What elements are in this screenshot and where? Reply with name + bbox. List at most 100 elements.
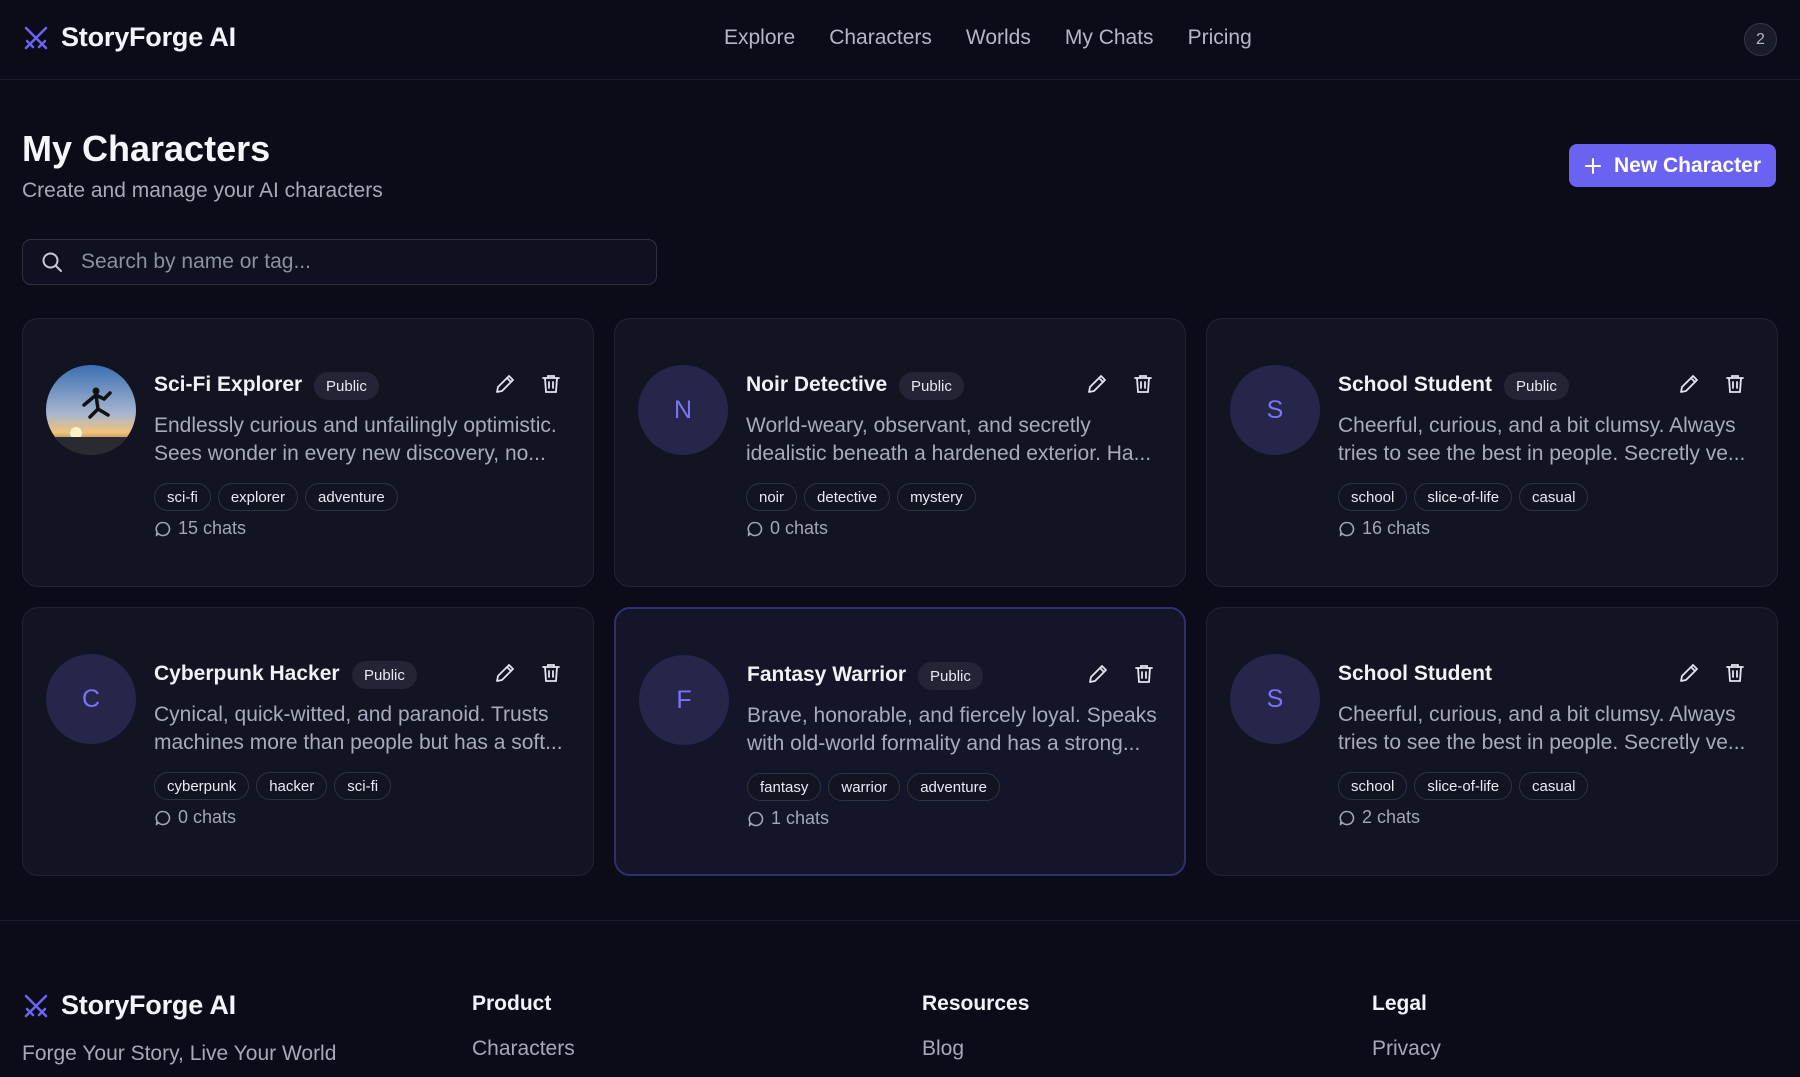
character-card-selected[interactable]: F Fantasy Warrior Public Brave, honorabl… xyxy=(614,607,1186,876)
edit-icon[interactable] xyxy=(494,373,516,395)
edit-icon[interactable] xyxy=(1678,373,1700,395)
user-avatar[interactable]: 2 xyxy=(1744,23,1777,56)
visibility-badge: Public xyxy=(899,372,964,400)
new-character-label: New Character xyxy=(1613,153,1762,177)
character-avatar: S xyxy=(1230,654,1320,744)
character-name: School Student xyxy=(1338,662,1492,685)
search-input[interactable] xyxy=(81,250,656,274)
page-title: My Characters xyxy=(22,128,271,169)
tag[interactable]: adventure xyxy=(305,483,398,511)
tag-list: school slice-of-life casual xyxy=(1338,772,1589,800)
character-name: School Student xyxy=(1338,373,1492,396)
character-card[interactable]: C Cyberpunk Hacker Public Cynical, quick… xyxy=(22,607,594,876)
character-description: Brave, honorable, and fiercely loyal. Sp… xyxy=(747,702,1162,758)
tag[interactable]: sci-fi xyxy=(334,772,392,800)
tag[interactable]: warrior xyxy=(828,773,901,801)
tag[interactable]: slice-of-life xyxy=(1414,772,1513,800)
explorer-photo-icon xyxy=(46,365,136,455)
edit-icon[interactable] xyxy=(1678,662,1700,684)
chat-count: 0 chats xyxy=(154,807,236,828)
character-card[interactable]: S School Student Cheerful, curious, and … xyxy=(1206,607,1778,876)
tag[interactable]: mystery xyxy=(897,483,976,511)
description-line: Endlessly curious and unfailingly optimi… xyxy=(154,414,557,437)
visibility-badge: Public xyxy=(1504,372,1569,400)
character-card[interactable]: S School Student Public Cheerful, curiou… xyxy=(1206,318,1778,587)
description-line: tries to see the best in people. Secretl… xyxy=(1338,442,1746,465)
chat-bubble-icon xyxy=(155,521,171,536)
tag-list: fantasy warrior adventure xyxy=(747,773,1000,801)
footer-link-characters[interactable]: Characters xyxy=(472,1037,575,1061)
footer-brand[interactable]: StoryForge AI xyxy=(22,990,236,1021)
description-line: World-weary, observant, and secretly xyxy=(746,414,1091,437)
character-description: World-weary, observant, and secretly ide… xyxy=(746,412,1161,468)
footer-brand-name: StoryForge AI xyxy=(61,990,236,1020)
description-line: Brave, honorable, and fiercely loyal. Sp… xyxy=(747,704,1157,727)
tag[interactable]: hacker xyxy=(256,772,328,800)
character-description: Cheerful, curious, and a bit clumsy. Alw… xyxy=(1338,412,1753,468)
page-subtitle: Create and manage your AI characters xyxy=(22,179,383,202)
trash-icon[interactable] xyxy=(1724,662,1746,684)
visibility-badge: Public xyxy=(918,662,983,690)
tag[interactable]: school xyxy=(1338,483,1408,511)
brand-logo[interactable]: StoryForge AI xyxy=(22,22,236,53)
tag[interactable]: explorer xyxy=(217,483,299,511)
tag[interactable]: fantasy xyxy=(747,773,822,801)
character-card[interactable]: N Noir Detective Public World-weary, obs… xyxy=(614,318,1186,587)
chat-count: 2 chats xyxy=(1338,807,1420,828)
edit-icon[interactable] xyxy=(1087,663,1109,685)
tag[interactable]: sci-fi xyxy=(154,483,211,511)
trash-icon[interactable] xyxy=(540,662,562,684)
character-description: Endlessly curious and unfailingly optimi… xyxy=(154,412,569,468)
footer-link-privacy[interactable]: Privacy xyxy=(1372,1037,1441,1061)
character-card[interactable]: Sci-Fi Explorer Public Endlessly curious… xyxy=(22,318,594,587)
plus-icon xyxy=(1584,157,1601,174)
visibility-badge: Public xyxy=(352,661,417,689)
character-name: Sci-Fi Explorer xyxy=(154,373,303,396)
trash-icon[interactable] xyxy=(1133,663,1155,685)
edit-icon[interactable] xyxy=(1086,373,1108,395)
edit-icon[interactable] xyxy=(494,662,516,684)
tag[interactable]: noir xyxy=(746,483,798,511)
tag[interactable]: school xyxy=(1338,772,1408,800)
nav-my-chats[interactable]: My Chats xyxy=(1065,26,1154,50)
tag[interactable]: detective xyxy=(804,483,891,511)
tag[interactable]: casual xyxy=(1519,772,1589,800)
chat-count: 0 chats xyxy=(746,518,828,539)
new-character-button[interactable]: New Character xyxy=(1569,144,1776,187)
crossed-swords-icon xyxy=(24,26,48,49)
footer-tagline: Forge Your Story, Live Your World xyxy=(22,1042,337,1065)
description-line: Cheerful, curious, and a bit clumsy. Alw… xyxy=(1338,414,1736,437)
trash-icon[interactable] xyxy=(540,373,562,395)
nav-explore[interactable]: Explore xyxy=(724,26,795,50)
trash-icon[interactable] xyxy=(1132,373,1154,395)
nav-characters[interactable]: Characters xyxy=(829,26,932,50)
tag[interactable]: adventure xyxy=(907,773,1000,801)
chat-bubble-icon xyxy=(1339,810,1355,825)
tag-list: noir detective mystery xyxy=(746,483,976,511)
footer-link-blog[interactable]: Blog xyxy=(922,1037,964,1061)
character-avatar: F xyxy=(639,655,729,745)
description-line: with old-world formality and has a stron… xyxy=(747,732,1141,755)
character-description: Cheerful, curious, and a bit clumsy. Alw… xyxy=(1338,701,1753,757)
chat-count-label: 0 chats xyxy=(178,807,237,827)
footer-heading-resources: Resources xyxy=(922,992,1030,1015)
chat-count: 15 chats xyxy=(154,518,246,539)
top-navbar: StoryForge AI Explore Characters Worlds … xyxy=(0,0,1800,80)
search-box[interactable] xyxy=(22,239,657,285)
tag[interactable]: cyberpunk xyxy=(154,772,250,800)
nav-worlds[interactable]: Worlds xyxy=(966,26,1031,50)
trash-icon[interactable] xyxy=(1724,373,1746,395)
description-line: Cynical, quick-witted, and paranoid. Tru… xyxy=(154,703,549,726)
chat-count: 1 chats xyxy=(747,808,829,829)
nav-pricing[interactable]: Pricing xyxy=(1188,26,1252,50)
crossed-swords-icon xyxy=(24,994,48,1017)
tag-list: sci-fi explorer adventure xyxy=(154,483,398,511)
description-line: Sees wonder in every new discovery, no..… xyxy=(154,442,546,465)
footer-heading-product: Product xyxy=(472,992,552,1015)
chat-count: 16 chats xyxy=(1338,518,1430,539)
brand-name: StoryForge AI xyxy=(61,22,236,52)
tag[interactable]: slice-of-life xyxy=(1414,483,1513,511)
tag[interactable]: casual xyxy=(1519,483,1589,511)
character-avatar: C xyxy=(46,654,136,744)
chat-count-label: 2 chats xyxy=(1362,807,1421,827)
